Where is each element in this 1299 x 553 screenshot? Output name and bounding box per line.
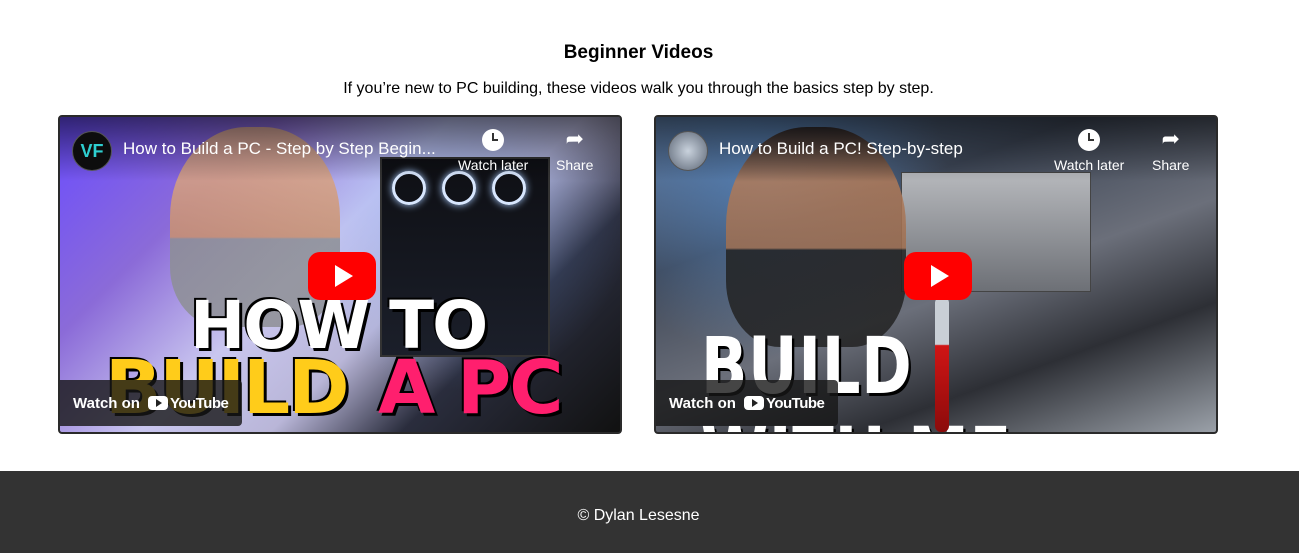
clock-icon [482, 129, 505, 151]
youtube-label: YouTube [169, 394, 229, 412]
share-icon: ➦ [1161, 127, 1180, 152]
watch-later-label: Watch later [458, 157, 529, 173]
share-icon: ➦ [565, 127, 584, 152]
play-button[interactable] [904, 252, 972, 300]
youtube-logo: YouTube [147, 394, 229, 412]
youtube-label: YouTube [765, 394, 825, 412]
watch-later-button[interactable]: Watch later [1054, 129, 1124, 173]
watch-later-label: Watch later [1054, 157, 1125, 173]
video-embed-1[interactable]: HOW TO BUILD A PC VF How to Build a PC -… [58, 115, 622, 434]
copyright-text: © Dylan Lesesne [577, 507, 700, 524]
page-footer: © Dylan Lesesne [0, 471, 1299, 553]
clock-icon [1078, 129, 1101, 151]
watch-on-label: Watch on [669, 394, 736, 412]
share-label: Share [556, 157, 594, 173]
section-description: If you’re new to PC building, these vide… [343, 80, 934, 97]
thumbnail-text-line-3: A PC [378, 345, 564, 431]
youtube-play-icon [147, 396, 168, 410]
youtube-play-icon [743, 396, 764, 410]
watch-on-label: Watch on [73, 394, 140, 412]
video-title[interactable]: How to Build a PC - Step by Step Begin..… [123, 139, 436, 159]
channel-avatar[interactable] [668, 131, 708, 171]
beginner-videos-section: Beginner Videos If you’re new to PC buil… [0, 0, 1299, 471]
section-title: Beginner Videos [563, 42, 714, 63]
channel-avatar[interactable]: VF [72, 131, 112, 171]
watch-on-youtube-button[interactable]: Watch on YouTube [60, 380, 243, 426]
youtube-logo: YouTube [743, 394, 825, 412]
play-button[interactable] [308, 252, 376, 300]
watch-on-youtube-button[interactable]: Watch on YouTube [656, 380, 839, 426]
video-embed-2[interactable]: BUILD WITH ME How to Build a PC! Step-by… [654, 115, 1218, 434]
share-label: Share [1152, 157, 1190, 173]
video-title[interactable]: How to Build a PC! Step-by-step [719, 139, 963, 159]
share-button[interactable]: ➦ Share [556, 127, 594, 174]
screwdriver-image [935, 297, 949, 432]
watch-later-button[interactable]: Watch later [458, 129, 528, 173]
share-button[interactable]: ➦ Share [1152, 127, 1190, 174]
